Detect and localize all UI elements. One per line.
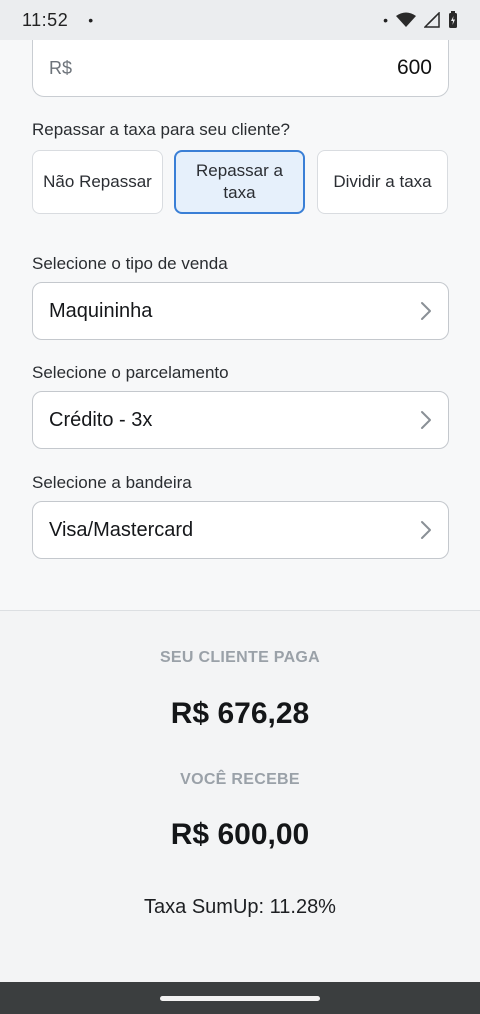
card-brand-select[interactable]: Visa/Mastercard xyxy=(32,501,449,559)
option-pass-fee-button[interactable]: Repassar a taxa xyxy=(174,150,305,214)
card-brand-label: Selecione a bandeira xyxy=(32,473,192,492)
client-pays-label: SEU CLIENTE PAGA xyxy=(159,649,321,666)
system-navigation-bar xyxy=(0,982,480,1014)
sale-type-label: Selecione o tipo de venda xyxy=(32,254,228,273)
sale-type-value: Maquininha xyxy=(49,299,153,322)
chevron-right-icon xyxy=(420,410,432,430)
status-dot-right: • xyxy=(383,12,388,28)
option-split-fee-label: Dividir a taxa xyxy=(333,172,432,191)
you-receive-value: R$ 600,00 xyxy=(170,818,310,851)
card-brand-value: Visa/Mastercard xyxy=(49,518,194,541)
client-pays-value: R$ 676,28 xyxy=(170,697,310,730)
sale-type-select[interactable]: Maquininha xyxy=(32,282,449,340)
result-panel: SEU CLIENTE PAGA R$ 676,28 VOCÊ RECEBE R… xyxy=(0,611,480,982)
installments-label: Selecione o parcelamento xyxy=(32,363,229,382)
fee-rate-text: Taxa SumUp: 11.28% xyxy=(144,896,336,918)
status-bar: 11:52 • • xyxy=(0,0,480,40)
notification-dot: • xyxy=(88,12,94,28)
status-time: 11:52 xyxy=(22,9,69,30)
wifi-icon xyxy=(396,12,416,28)
signal-icon xyxy=(424,12,440,28)
home-gesture-handle[interactable] xyxy=(160,996,320,1001)
option-no-pass-fee-button[interactable]: Não Repassar xyxy=(32,150,163,214)
pass-fee-question: Repassar a taxa para seu cliente? xyxy=(32,120,290,139)
option-no-pass-fee-label: Não Repassar xyxy=(43,172,152,191)
amount-input[interactable]: R$ 600 xyxy=(32,40,449,97)
currency-prefix: R$ xyxy=(49,57,73,78)
status-icons: • xyxy=(383,11,458,29)
chevron-right-icon xyxy=(420,520,432,540)
chevron-right-icon xyxy=(420,301,432,321)
calculator-form: R$ 600 Repassar a taxa para seu cliente?… xyxy=(0,40,480,610)
installments-select[interactable]: Crédito - 3x xyxy=(32,391,449,449)
option-pass-fee-label: Repassar a taxa xyxy=(196,161,283,202)
battery-icon xyxy=(448,11,458,29)
installments-value: Crédito - 3x xyxy=(49,408,153,431)
you-receive-label: VOCÊ RECEBE xyxy=(180,771,300,788)
option-split-fee-button[interactable]: Dividir a taxa xyxy=(317,150,448,214)
amount-value[interactable]: 600 xyxy=(397,56,432,80)
